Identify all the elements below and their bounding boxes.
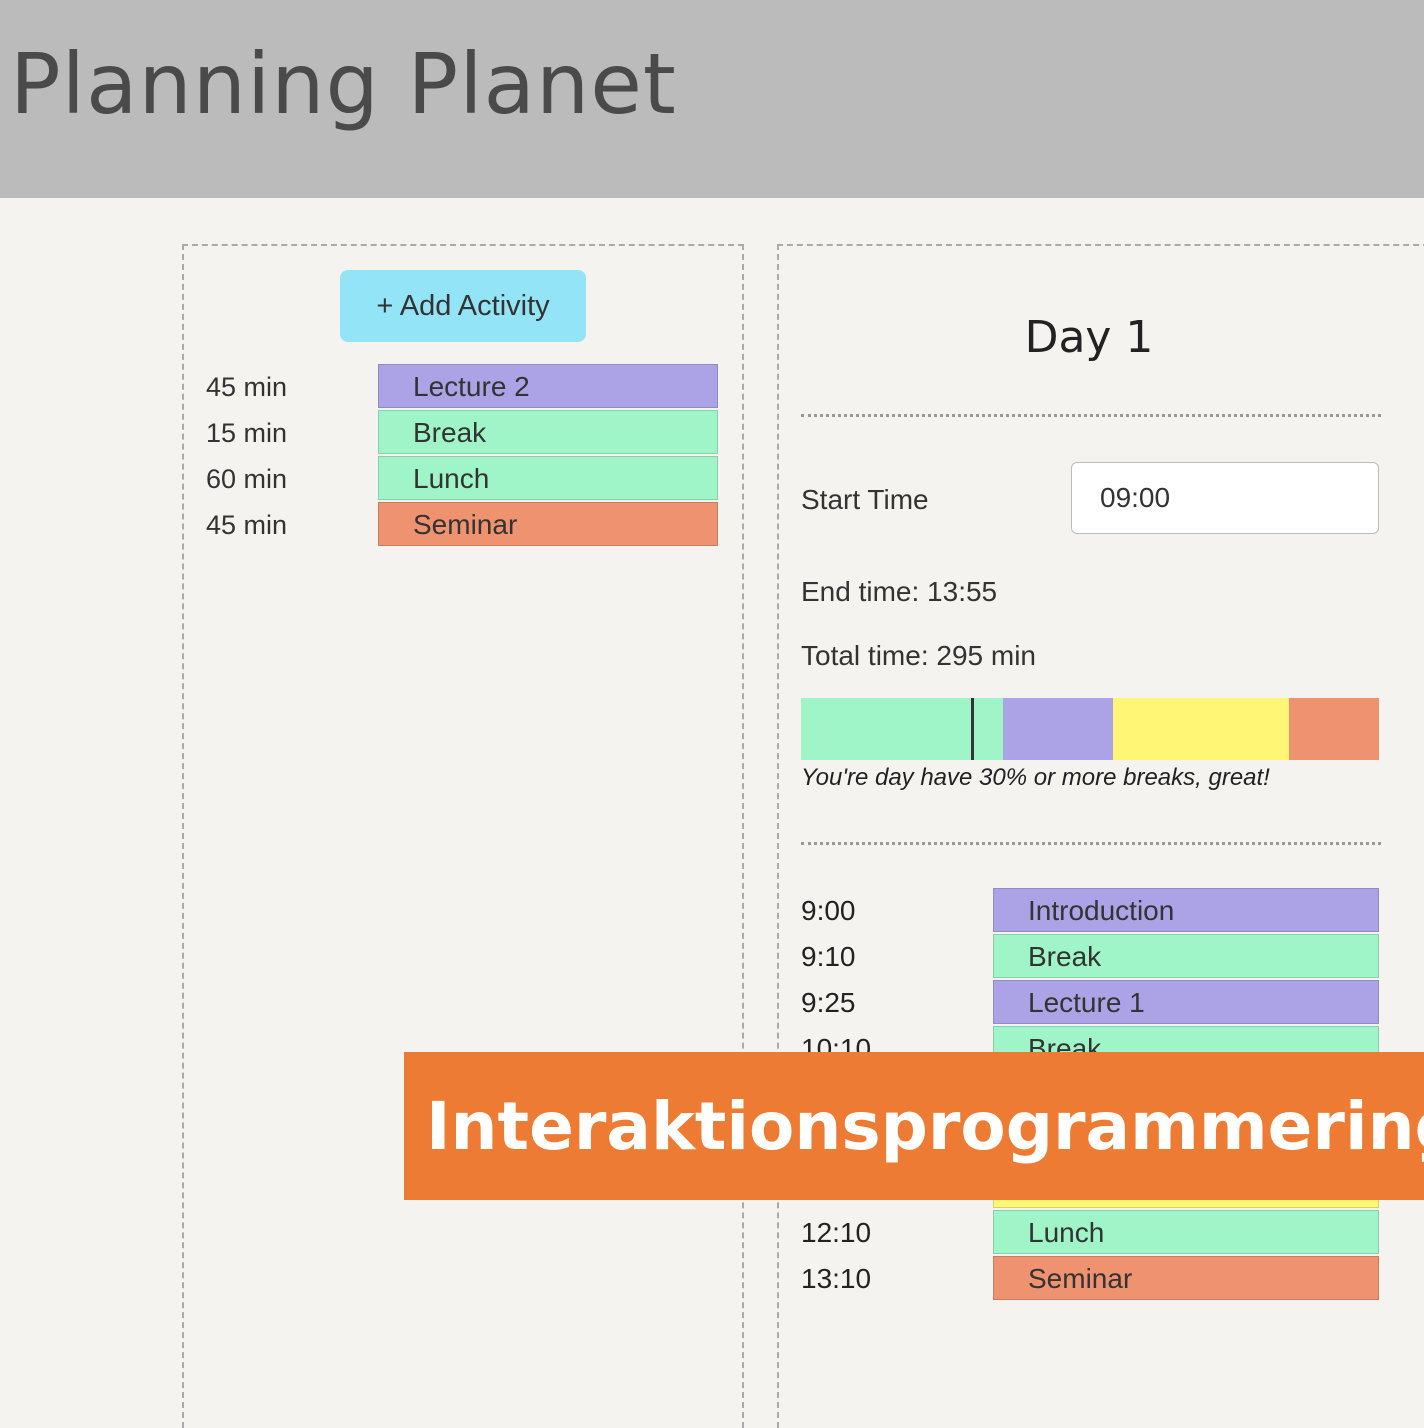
- distribution-segment: [1289, 698, 1379, 760]
- activity-list: 45 min Lecture 2 15 min Break 60 min Lunch 45 …: [206, 364, 726, 548]
- schedule-activity[interactable]: Break: [993, 934, 1379, 978]
- app-header: Planning Planet: [0, 0, 1424, 198]
- activity-row: 60 min Lunch: [206, 456, 726, 502]
- end-time-text: End time: 13:55: [801, 576, 998, 607]
- activity-duration: 45 min: [206, 510, 288, 540]
- break-message: You're day have 30% or more breaks, grea…: [801, 764, 1270, 791]
- course-banner: Interaktionsprogrammering: [404, 1052, 1424, 1200]
- schedule-time: 9:25: [801, 987, 856, 1018]
- schedule-activity[interactable]: Lunch: [993, 1210, 1379, 1254]
- distribution-segment: [1113, 698, 1290, 760]
- activity-duration: 15 min: [206, 418, 288, 448]
- schedule-time: 12:10: [801, 1217, 872, 1248]
- schedule-row: 13:10 Seminar: [801, 1256, 1381, 1302]
- total-time-text: Total time: 295 min: [801, 640, 1036, 671]
- schedule-activity[interactable]: Seminar: [993, 1256, 1379, 1300]
- divider: [801, 414, 1381, 417]
- activity-block[interactable]: Seminar: [378, 502, 718, 546]
- add-activity-button[interactable]: + Add Activity: [340, 270, 586, 342]
- schedule-row: 9:10 Break: [801, 934, 1381, 980]
- activity-block[interactable]: Lecture 2: [378, 364, 718, 408]
- day-title: Day 1: [1024, 312, 1154, 363]
- schedule-row: 9:25 Lecture 1: [801, 980, 1381, 1026]
- activity-duration: 60 min: [206, 464, 288, 494]
- schedule-row: 9:00 Introduction: [801, 888, 1381, 934]
- start-time-label: Start Time: [801, 484, 929, 515]
- start-time-input[interactable]: [1071, 462, 1379, 534]
- schedule-time: 9:10: [801, 941, 856, 972]
- distribution-segment: [1003, 698, 1114, 760]
- activity-row: 15 min Break: [206, 410, 726, 456]
- schedule-time: 9:00: [801, 895, 856, 926]
- activity-duration: 45 min: [206, 372, 288, 402]
- activity-distribution-bar: [801, 698, 1379, 760]
- activity-block[interactable]: Break: [378, 410, 718, 454]
- activity-block[interactable]: Lunch: [378, 456, 718, 500]
- divider: [801, 842, 1381, 845]
- schedule-activity[interactable]: Lecture 1: [993, 980, 1379, 1024]
- app-title: Planning Planet: [10, 35, 677, 133]
- day-panel: Day 1 Start Time End time: 13:55 Total t…: [777, 244, 1424, 1428]
- schedule-activity[interactable]: Introduction: [993, 888, 1379, 932]
- activities-panel: + Add Activity 45 min Lecture 2 15 min Brea…: [182, 244, 744, 1428]
- schedule-row: 12:10 Lunch: [801, 1210, 1381, 1256]
- activity-row: 45 min Seminar: [206, 502, 726, 548]
- schedule-time: 13:10: [801, 1263, 872, 1294]
- break-threshold-marker: [971, 698, 974, 760]
- activity-row: 45 min Lecture 2: [206, 364, 726, 410]
